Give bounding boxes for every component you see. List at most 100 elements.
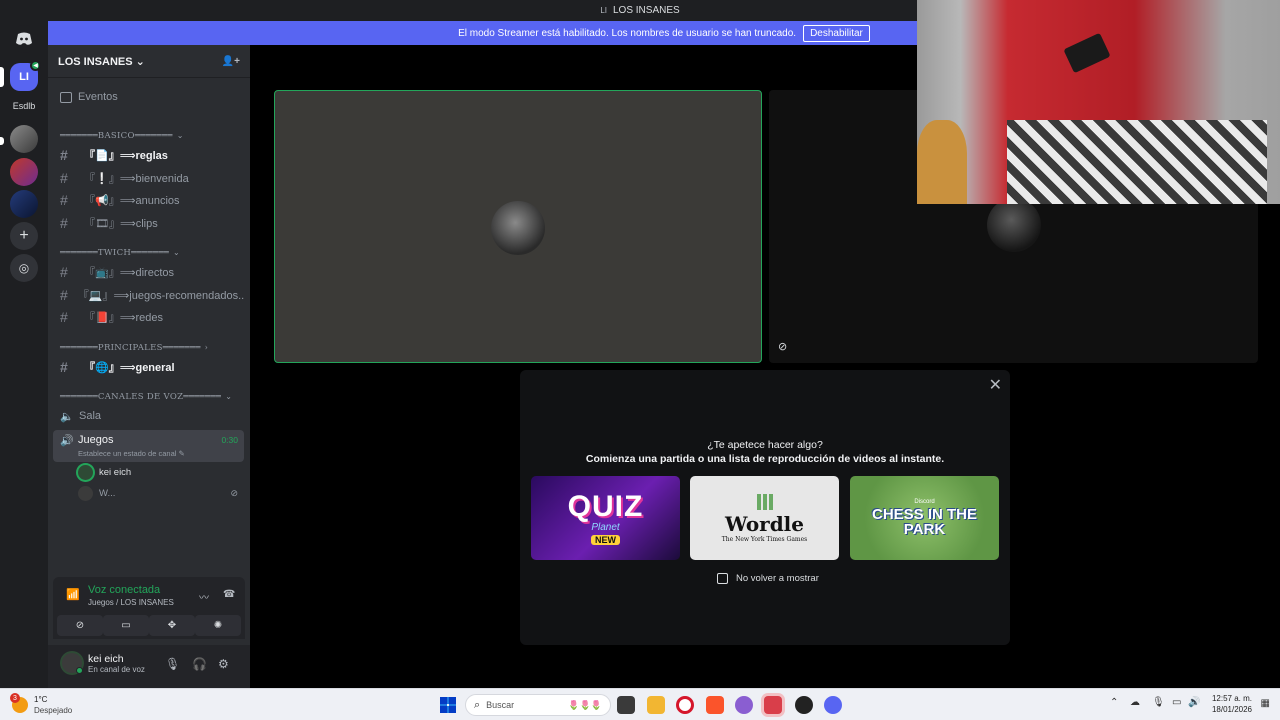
search-decoration: 🌷🌷🌷 [568, 699, 602, 710]
voice-connected-subtitle[interactable]: Juegos / LOS INSANES [88, 598, 174, 607]
screen: LI LOS INSANES LI ◀ Esdlb + ◎ El modo St… [0, 0, 1280, 720]
headphones-icon[interactable]: 🎧 [192, 657, 207, 671]
invite-people-icon[interactable]: 👤+ [222, 56, 240, 67]
app-icon[interactable] [735, 696, 753, 714]
search-placeholder: Buscar [486, 700, 515, 710]
system-clock[interactable]: 12:57 a. m. 18/01/2026 [1212, 693, 1252, 715]
add-server-icon[interactable]: + [10, 222, 38, 250]
hash-icon: # [60, 359, 68, 375]
server-initials: LI [19, 71, 29, 83]
channel-reglas[interactable]: # 『📄』 ⟹reglas [54, 145, 244, 165]
online-status-icon [76, 667, 83, 674]
voice-user-name: W... [99, 488, 116, 499]
discord-home-icon[interactable] [10, 25, 38, 53]
checkbox-icon [717, 573, 728, 584]
channel-label: Sala [79, 410, 102, 422]
activity-card-chess-in-the-park[interactable]: Discord CHESS IN THE PARK [850, 476, 999, 560]
channel-general[interactable]: # 『🌐』 ⟹general [54, 357, 244, 377]
video-tile-self[interactable] [274, 90, 762, 363]
disconnect-icon[interactable]: ☎ [223, 589, 235, 600]
cloud-icon[interactable]: ☁ [1130, 697, 1140, 708]
close-icon[interactable]: ✕ [989, 375, 1002, 395]
channel-bienvenida[interactable]: # 『❕』 ⟹bienvenida [54, 168, 244, 188]
channel-label: ⟹juegos-recomendados... [113, 289, 245, 302]
channel-anuncios[interactable]: # 『📢』 ⟹anuncios [54, 190, 244, 210]
discord-icon[interactable] [824, 696, 842, 714]
voice-user[interactable]: kei eich [78, 465, 238, 480]
noise-suppression-icon[interactable]: 〰 [199, 589, 209, 604]
channel-emoji: 『📕』 [84, 312, 120, 324]
obs-icon[interactable] [795, 696, 813, 714]
dont-show-again-checkbox[interactable]: No volver a mostrar [717, 573, 819, 584]
activities-icon[interactable]: ✥ [149, 615, 195, 636]
channel-emoji: 『📄』 [84, 150, 120, 162]
avatar [987, 198, 1041, 252]
screen-share-icon[interactable]: ▭ [103, 615, 149, 636]
obs-recording-icon[interactable] [764, 696, 782, 714]
clock-time: 12:57 a. m. [1211, 694, 1252, 703]
temperature: 1°C [34, 695, 48, 704]
category-principales[interactable]: ═══════PRINCIPALES═══════ › [60, 343, 208, 353]
hash-icon: # [60, 287, 68, 303]
server-icon-1[interactable] [10, 125, 38, 153]
category-canales-de-voz[interactable]: ═══════CANALES DE VOZ═══════ ⌄ [60, 392, 232, 402]
server-los-insanes[interactable]: LI ◀ [10, 60, 41, 91]
channel-emoji: 『❕』 [84, 173, 120, 185]
voice-channel-juegos[interactable]: 🔊 Juegos Establece un estado de canal ✎ … [53, 430, 244, 462]
window-title: LOS INSANES [612, 5, 680, 16]
activity-card-quiz-planet[interactable]: QUIZ Planet NEW [531, 476, 680, 560]
new-badge: NEW [591, 534, 620, 545]
notification-icon[interactable]: ▦ [1261, 698, 1270, 709]
soundboard-icon[interactable]: ✺ [195, 615, 241, 636]
user-name[interactable]: kei eich [88, 653, 124, 665]
unread-pill [0, 137, 4, 145]
channel-emoji: 『📺』 [84, 267, 120, 279]
server-icon-2[interactable] [10, 158, 38, 186]
chevron-up-icon[interactable]: ⌃ [1110, 697, 1118, 708]
brave-icon[interactable] [706, 696, 724, 714]
camera-off-icon[interactable]: ⊘ [57, 615, 103, 636]
dialog-question: ¿Te apetece hacer algo? [707, 439, 823, 451]
voice-user[interactable]: W... ⊘ [78, 486, 238, 501]
server-label-esdlb[interactable]: Esdlb [0, 101, 48, 111]
windows-start-icon[interactable] [440, 697, 456, 713]
channel-label: ⟹bienvenida [119, 172, 189, 185]
voice-connected-title[interactable]: Voz conectada [88, 584, 160, 596]
streamer-banner-text: El modo Streamer está habilitado. Los no… [458, 27, 797, 39]
category-twich[interactable]: ═══════TWICH═══════ ⌄ [60, 248, 180, 258]
channel-status-setter[interactable]: Establece un estado de canal ✎ [78, 449, 185, 458]
volume-icon[interactable]: 🔊 [1188, 697, 1200, 708]
disable-streamer-button[interactable]: Deshabilitar [803, 24, 870, 42]
task-view-icon[interactable] [617, 696, 635, 714]
activity-card-wordle[interactable]: Wordle The New York Times Games [690, 476, 839, 560]
weather-widget[interactable]: 3 1°C Despejado [10, 693, 102, 717]
hash-icon: # [60, 170, 68, 186]
server-icon-3[interactable] [10, 190, 38, 218]
hash-icon: # [60, 192, 68, 208]
channel-emoji: 『💻』 [77, 290, 114, 302]
channel-sidebar: LOS INSANES ⌄ 👤+ Eventos ═══════BASICO══… [48, 45, 250, 688]
signal-icon[interactable]: 📶 [66, 588, 80, 601]
voice-badge-icon: ◀ [30, 60, 41, 71]
channel-clips[interactable]: # 『🎞』 ⟹clips [54, 213, 244, 233]
windows-taskbar: 3 1°C Despejado ⌕ Buscar 🌷🌷🌷 ⌃ ☁ 🎙 ▭ 🔊 1… [0, 688, 1280, 720]
category-basico[interactable]: ═══════BASICO═══════ ⌄ [60, 131, 184, 141]
network-icon[interactable]: ▭ [1172, 697, 1181, 708]
gear-icon[interactable]: ⚙ [218, 657, 229, 671]
taskbar-search[interactable]: ⌕ Buscar 🌷🌷🌷 [465, 694, 611, 716]
calendar-icon [60, 91, 72, 103]
channel-redes[interactable]: # 『📕』 ⟹redes [54, 307, 244, 327]
microphone-icon[interactable]: 🎙 [165, 657, 180, 671]
microphone-icon[interactable]: 🎙 [1152, 697, 1165, 708]
explore-servers-icon[interactable]: ◎ [10, 254, 38, 282]
card-title: CHESS IN THE PARK [871, 506, 977, 538]
file-explorer-icon[interactable] [647, 696, 665, 714]
webcam-guitar [917, 120, 967, 204]
opera-icon[interactable] [676, 696, 694, 714]
channel-emoji: 『🎞』 [84, 218, 120, 230]
guild-header[interactable]: LOS INSANES ⌄ 👤+ [48, 45, 250, 78]
channel-directos[interactable]: # 『📺』 ⟹directos [54, 262, 244, 282]
events-item[interactable]: Eventos [60, 91, 118, 103]
voice-channel-sala[interactable]: 🔈 Sala [54, 406, 244, 426]
channel-juegos-recomendados[interactable]: # 『💻』 ⟹juegos-recomendados... [54, 285, 244, 305]
